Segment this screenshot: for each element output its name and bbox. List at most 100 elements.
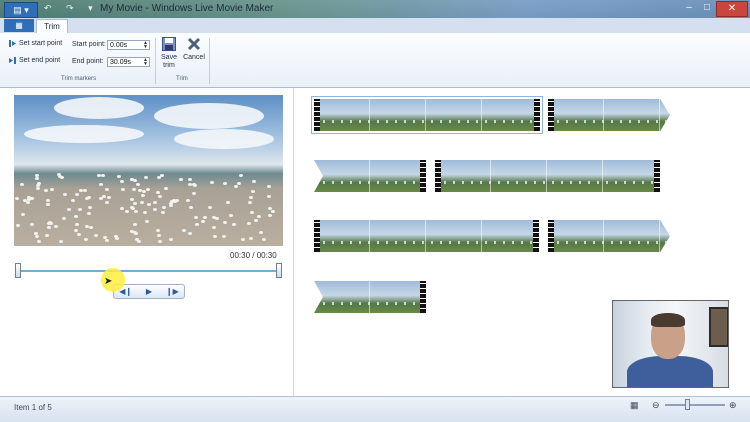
gannet-bird	[99, 183, 103, 186]
gannet-bird	[226, 201, 230, 204]
zoom-slider-thumb[interactable]	[685, 399, 691, 410]
gannet-bird	[229, 214, 233, 217]
gannet-bird	[137, 240, 141, 243]
gannet-bird	[101, 174, 105, 177]
set-end-point-icon	[9, 57, 16, 64]
gannet-bird	[247, 222, 251, 225]
gannet-bird	[37, 182, 41, 185]
gannet-bird	[157, 176, 161, 179]
gannet-bird	[125, 210, 129, 213]
zoom-out-icon[interactable]: ⊖	[652, 400, 660, 411]
gannet-bird	[120, 180, 124, 183]
save-icon	[160, 37, 178, 54]
trim-slider-track[interactable]	[18, 270, 280, 272]
gannet-bird	[145, 220, 149, 223]
end-point-spinner-icon[interactable]: ▲ ▼	[143, 58, 148, 67]
gannet-bird	[208, 206, 212, 209]
gannet-bird	[74, 215, 78, 218]
gannet-bird	[89, 226, 93, 229]
set-start-point-icon	[9, 40, 16, 47]
gannet-bird	[186, 199, 190, 202]
gannet-bird	[36, 187, 40, 190]
video-preview[interactable]	[14, 95, 283, 246]
gannet-bird	[50, 188, 54, 191]
gannet-bird	[153, 201, 157, 204]
gannet-bird	[117, 175, 121, 178]
gannet-bird	[143, 211, 147, 214]
gannet-bird	[78, 208, 82, 211]
storyboard-clip[interactable]	[311, 96, 543, 134]
gannet-bird	[88, 206, 92, 209]
playback-controls: ◀❙ ▶ ❙▶	[113, 284, 185, 299]
gannet-bird	[141, 194, 145, 197]
trim-start-handle[interactable]	[15, 263, 21, 278]
gannet-bird	[121, 188, 125, 191]
presenter-body	[627, 356, 713, 387]
quick-access-toolbar[interactable]: ↶ ↷ ▾	[44, 3, 99, 14]
gannet-bird	[83, 189, 87, 192]
gannet-bird	[132, 188, 136, 191]
gannet-bird	[267, 185, 271, 188]
storyboard-clip[interactable]	[314, 281, 426, 313]
gannet-bird	[259, 231, 263, 234]
end-point-field[interactable]: 30.09s ▲ ▼	[107, 57, 150, 67]
gannet-bird	[71, 199, 75, 202]
gannet-bird	[164, 187, 168, 190]
gannet-bird	[239, 174, 243, 177]
maximize-button[interactable]: □	[698, 1, 716, 15]
gannet-bird	[179, 178, 183, 181]
gannet-bird	[74, 229, 78, 232]
gannet-bird	[268, 207, 272, 210]
cancel-button[interactable]: Cancel	[183, 37, 205, 62]
gannet-bird	[153, 208, 157, 211]
webcam-overlay	[612, 300, 729, 388]
save-trim-button[interactable]: Save trim	[160, 37, 178, 70]
app-menu-button[interactable]: ▤ ▾	[4, 2, 38, 18]
storyboard-clip[interactable]	[435, 160, 660, 192]
zoom-in-icon[interactable]: ⊕	[729, 400, 737, 411]
gannet-bird	[75, 193, 79, 196]
gannet-bird	[249, 196, 253, 199]
close-button[interactable]: ✕	[716, 1, 748, 17]
minimize-button[interactable]: –	[680, 1, 698, 15]
storyboard-clip[interactable]	[314, 220, 539, 252]
storyboard-clip[interactable]	[314, 160, 426, 192]
start-point-spinner-icon[interactable]: ▲ ▼	[143, 41, 148, 50]
gannet-bird	[144, 176, 148, 179]
gannet-bird	[87, 196, 91, 199]
storyboard-clip[interactable]	[548, 220, 670, 252]
thumbnail-size-icon[interactable]: ▦	[630, 400, 639, 411]
ribbon-group-separator-2	[209, 38, 210, 84]
tab-trim[interactable]: Trim	[36, 19, 68, 34]
gannet-bird	[140, 201, 144, 204]
set-end-point-button[interactable]: Set end point	[9, 57, 60, 64]
gannet-bird	[34, 232, 38, 235]
gannet-bird	[203, 216, 207, 219]
gannet-bird	[158, 240, 162, 243]
gannet-bird	[130, 198, 134, 201]
gannet-bird	[85, 225, 89, 228]
home-tab-icon[interactable]: ▦	[4, 19, 34, 32]
gannet-bird	[250, 211, 254, 214]
gannet-bird	[133, 231, 137, 234]
next-frame-icon[interactable]: ❙▶	[161, 285, 184, 298]
set-start-point-button[interactable]: Set start point	[9, 40, 62, 47]
gannet-bird	[62, 217, 66, 220]
gannet-bird	[248, 201, 252, 204]
gannet-bird	[223, 182, 227, 185]
gannet-bird	[234, 185, 238, 188]
gannet-bird	[45, 234, 49, 237]
trim-end-handle[interactable]	[276, 263, 282, 278]
storyboard-clip[interactable]	[548, 99, 670, 131]
start-point-field[interactable]: 0.00s ▲ ▼	[107, 40, 150, 50]
gannet-bird	[107, 196, 111, 199]
gannet-bird	[169, 238, 173, 241]
gannet-bird	[193, 184, 197, 187]
zoom-slider-track[interactable]	[665, 404, 725, 406]
gannet-bird	[105, 188, 109, 191]
gannet-bird	[210, 181, 214, 184]
gannet-bird	[21, 213, 25, 216]
gannet-bird	[157, 234, 161, 237]
play-icon[interactable]: ▶	[137, 285, 160, 298]
gannet-bird	[251, 190, 255, 193]
